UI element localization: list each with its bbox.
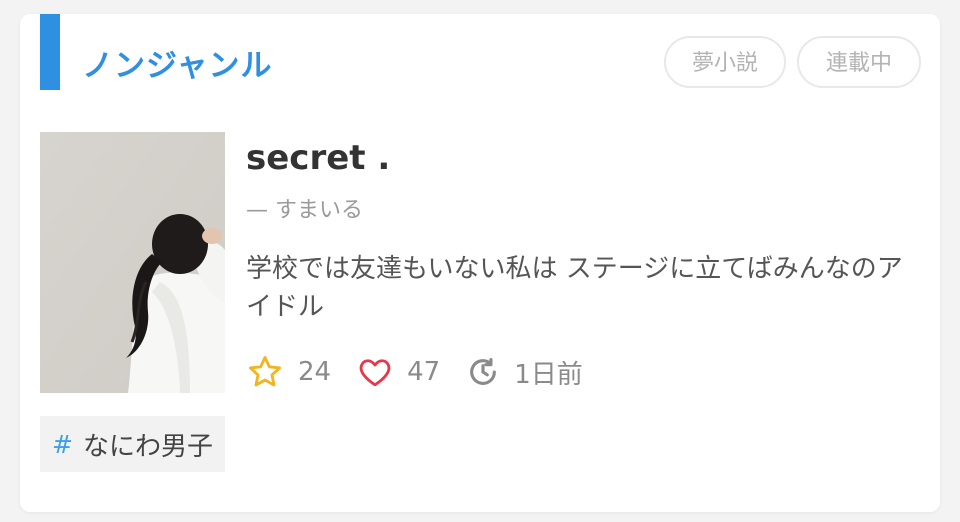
heart-icon: [359, 359, 391, 387]
badge-serializing: 連載中: [797, 36, 921, 88]
tag-label: なにわ男子: [82, 431, 213, 462]
star-count-value: 24: [298, 357, 332, 387]
tag-naniwa-danshi[interactable]: # なにわ男子: [40, 416, 225, 472]
star-icon: [249, 356, 281, 387]
hashtag-icon: #: [52, 429, 73, 459]
genre-accent-bar: [40, 14, 60, 90]
clock-icon: [470, 357, 497, 385]
story-title[interactable]: secret .: [246, 138, 390, 178]
updated-time-value: 1日前: [514, 359, 583, 390]
genre-title: ノンジャンル: [82, 48, 273, 84]
like-count: 47: [357, 354, 440, 390]
story-stats: 24 47 1日前: [246, 350, 609, 394]
story-card[interactable]: ノンジャンル 夢小説 連載中 secret . — すまいる 学校では友達もいな…: [20, 14, 940, 512]
updated-time: 1日前: [466, 354, 583, 391]
like-count-value: 47: [407, 357, 441, 387]
star-count: 24: [246, 353, 331, 391]
story-description: 学校では友達もいない私は ステージに立てばみんなのアイドル: [246, 254, 903, 322]
badge-dream-novel: 夢小説: [664, 36, 786, 88]
story-author[interactable]: — すまいる: [246, 192, 363, 224]
story-cover-image[interactable]: [40, 132, 225, 393]
